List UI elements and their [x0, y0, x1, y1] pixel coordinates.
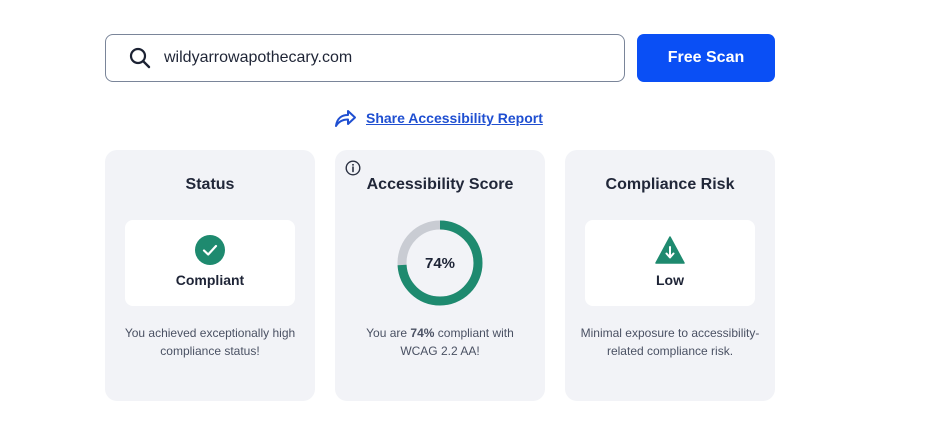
check-circle-icon	[195, 235, 225, 265]
score-desc-strong: 74%	[410, 326, 435, 340]
share-report-link[interactable]: Share Accessibility Report	[333, 106, 543, 130]
info-icon[interactable]	[345, 160, 361, 176]
warning-down-arrow-icon	[655, 236, 685, 264]
score-card: Accessibility Score 74% You are 74% comp…	[335, 150, 545, 401]
status-value: Compliant	[175, 272, 245, 288]
search-icon	[129, 47, 151, 69]
status-title: Status	[185, 176, 235, 193]
search-box[interactable]	[105, 34, 625, 82]
risk-description: Minimal exposure to accessibility-relate…	[580, 326, 760, 358]
risk-value: Low	[656, 272, 684, 288]
status-description: You achieved exceptionally high complian…	[124, 326, 296, 358]
share-report-label: Share Accessibility Report	[366, 110, 543, 126]
share-arrow-icon	[335, 110, 356, 127]
risk-panel: Low	[585, 220, 755, 306]
free-scan-button[interactable]: Free Scan	[637, 34, 775, 82]
risk-card: Compliance Risk Low Minimal exposure to …	[565, 150, 775, 401]
score-value: 74%	[424, 254, 456, 272]
status-panel: Compliant	[125, 220, 295, 306]
risk-title: Compliance Risk	[605, 176, 735, 193]
search-input[interactable]	[164, 49, 584, 67]
score-description: You are 74% compliant with WCAG 2.2 AA!	[347, 324, 533, 360]
score-title: Accessibility Score	[366, 176, 514, 193]
score-desc-prefix: You are	[366, 326, 411, 340]
status-card: Status Compliant You achieved exceptiona…	[105, 150, 315, 401]
